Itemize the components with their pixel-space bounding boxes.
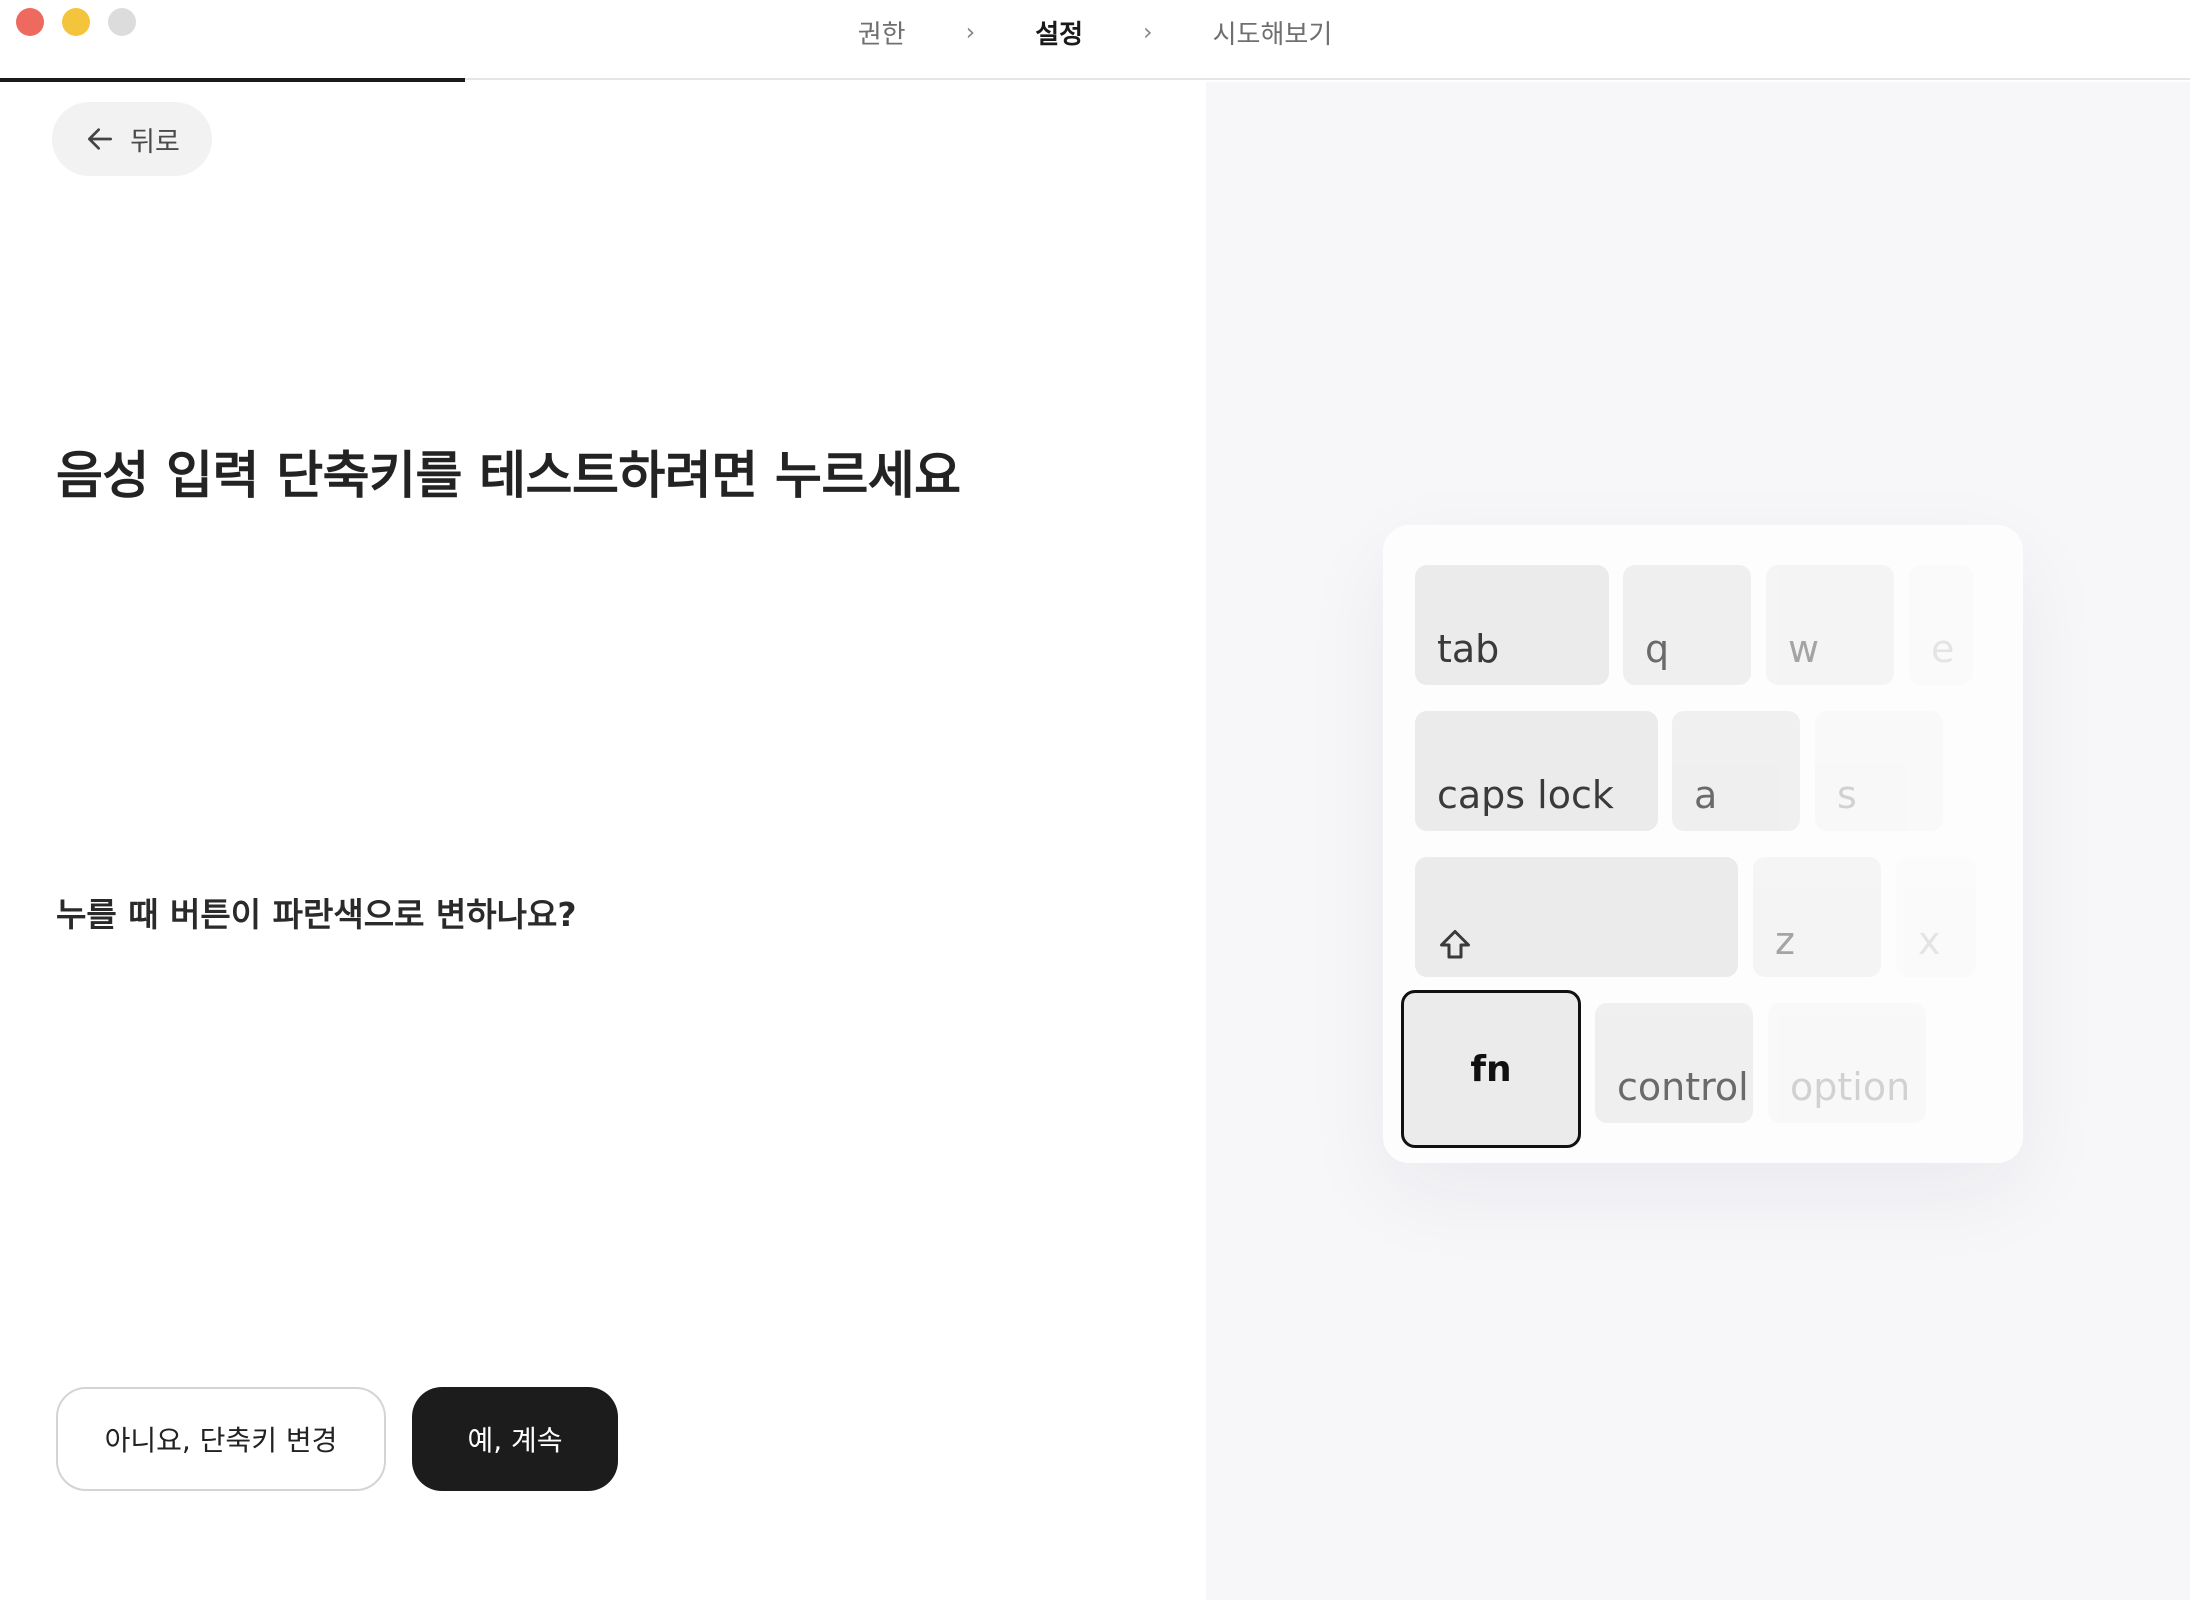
keyboard-illustration: tab q w e caps lock a s z x fn control o…	[1383, 525, 2023, 1163]
app-window: 권한 › 설정 › 시도해보기 뒤로 음성 입력 단축키를 테스트하려면 누르세…	[0, 0, 2190, 1600]
shift-icon	[1440, 930, 1470, 959]
arrow-left-icon	[88, 128, 113, 150]
key-x: x	[1896, 857, 1976, 977]
left-pane: 뒤로 음성 입력 단축키를 테스트하려면 누르세요 누를 때 버튼이 파란색으로…	[0, 82, 1206, 1600]
chevron-right-icon: ›	[1143, 18, 1153, 46]
key-w: w	[1766, 565, 1894, 685]
back-button-label: 뒤로	[130, 126, 180, 158]
question-text: 누를 때 버튼이 파란색으로 변하나요?	[56, 895, 577, 934]
step-indicator: 권한 › 설정 › 시도해보기	[0, 12, 2190, 52]
step-try-it: 시도해보기	[1212, 19, 1333, 50]
key-z: z	[1753, 857, 1881, 977]
key-shift	[1415, 857, 1738, 977]
title-bar: 권한 › 설정 › 시도해보기	[0, 0, 2190, 80]
key-caps-lock: caps lock	[1415, 711, 1658, 831]
key-s: s	[1815, 711, 1943, 831]
step-settings: 설정	[1035, 19, 1084, 50]
key-e: e	[1909, 565, 1973, 685]
change-shortcut-button[interactable]: 아니요, 단축키 변경	[56, 1387, 386, 1491]
right-pane: tab q w e caps lock a s z x fn control o…	[1206, 82, 2190, 1600]
key-tab: tab	[1415, 565, 1609, 685]
key-control: control	[1595, 1003, 1753, 1123]
key-fn-highlighted: fn	[1401, 990, 1581, 1148]
key-a: a	[1672, 711, 1800, 831]
step-permissions: 권한	[857, 19, 906, 50]
chevron-right-icon: ›	[965, 18, 976, 46]
key-option: option	[1768, 1003, 1926, 1123]
continue-button[interactable]: 예, 계속	[412, 1387, 618, 1491]
key-q: q	[1623, 565, 1751, 685]
page-title: 음성 입력 단축키를 테스트하려면 누르세요	[56, 447, 961, 506]
back-button[interactable]: 뒤로	[52, 102, 212, 176]
